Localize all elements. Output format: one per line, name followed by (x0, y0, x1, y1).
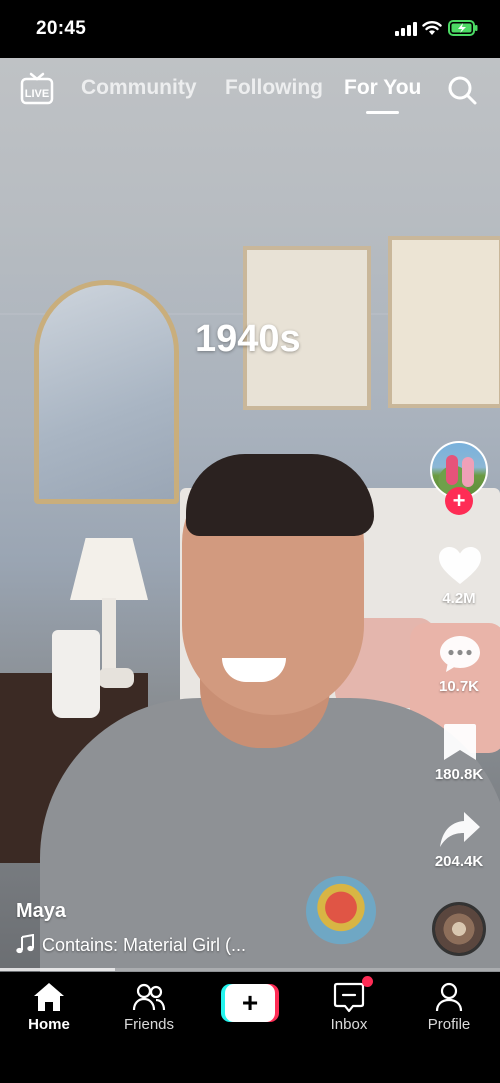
nav-inbox-label: Inbox (330, 1016, 368, 1033)
create-plus-icon: + (225, 984, 275, 1022)
profile-icon (435, 982, 463, 1012)
battery-charging-icon (448, 20, 478, 36)
inbox-notification-dot (362, 976, 373, 987)
author-username[interactable]: Maya (16, 900, 66, 923)
wifi-icon (422, 21, 442, 35)
share-icon[interactable] (438, 810, 482, 850)
video-player[interactable] (0, 58, 500, 972)
tab-for-you[interactable]: For You (344, 76, 421, 100)
lamp-shade (70, 538, 148, 600)
share-count: 204.4K (434, 853, 484, 870)
comment-icon[interactable] (438, 634, 482, 674)
cellular-signal-icon (395, 22, 417, 36)
active-tab-indicator (366, 111, 399, 114)
friends-icon (132, 983, 166, 1011)
nav-friends[interactable]: Friends (104, 980, 194, 1033)
inbox-icon (333, 982, 365, 1013)
create-button[interactable]: + (221, 984, 279, 1022)
sound-disc[interactable] (432, 902, 486, 956)
sound-title[interactable]: Contains: Material Girl (... (42, 935, 246, 956)
nav-home[interactable]: Home (4, 980, 94, 1033)
tumbler-cups (52, 630, 100, 718)
tab-community[interactable]: Community (81, 76, 197, 100)
video-progress-bar[interactable] (0, 968, 500, 971)
like-count: 4.2M (442, 590, 476, 607)
live-icon[interactable]: LIVE (20, 72, 54, 106)
lamp-foot (98, 668, 134, 688)
comment-count: 10.7K (438, 678, 480, 695)
nav-friends-label: Friends (123, 1016, 175, 1033)
follow-button[interactable]: + (445, 487, 473, 515)
nav-profile[interactable]: Profile (404, 980, 494, 1033)
tab-following[interactable]: Following (225, 76, 323, 100)
nav-inbox[interactable]: Inbox (304, 980, 394, 1033)
wall-mirror (34, 280, 179, 504)
nav-home-label: Home (28, 1016, 70, 1033)
wall-art-right (388, 236, 500, 408)
bookmark-icon[interactable] (438, 722, 482, 762)
lamp-base (102, 598, 116, 678)
nav-profile-label: Profile (427, 1016, 471, 1033)
music-note-icon (16, 934, 34, 954)
bookmark-count: 180.8K (434, 766, 484, 783)
status-bar: 20:45 (0, 0, 500, 58)
person-hair (186, 454, 374, 536)
home-icon (34, 983, 64, 1011)
heart-icon[interactable] (438, 546, 482, 586)
svg-text:LIVE: LIVE (25, 88, 49, 100)
video-progress-fill (0, 968, 115, 971)
video-overlay-text: 1940s (195, 318, 301, 360)
status-time: 20:45 (36, 18, 87, 39)
search-icon[interactable] (446, 74, 478, 106)
shirt-logo (306, 876, 376, 946)
